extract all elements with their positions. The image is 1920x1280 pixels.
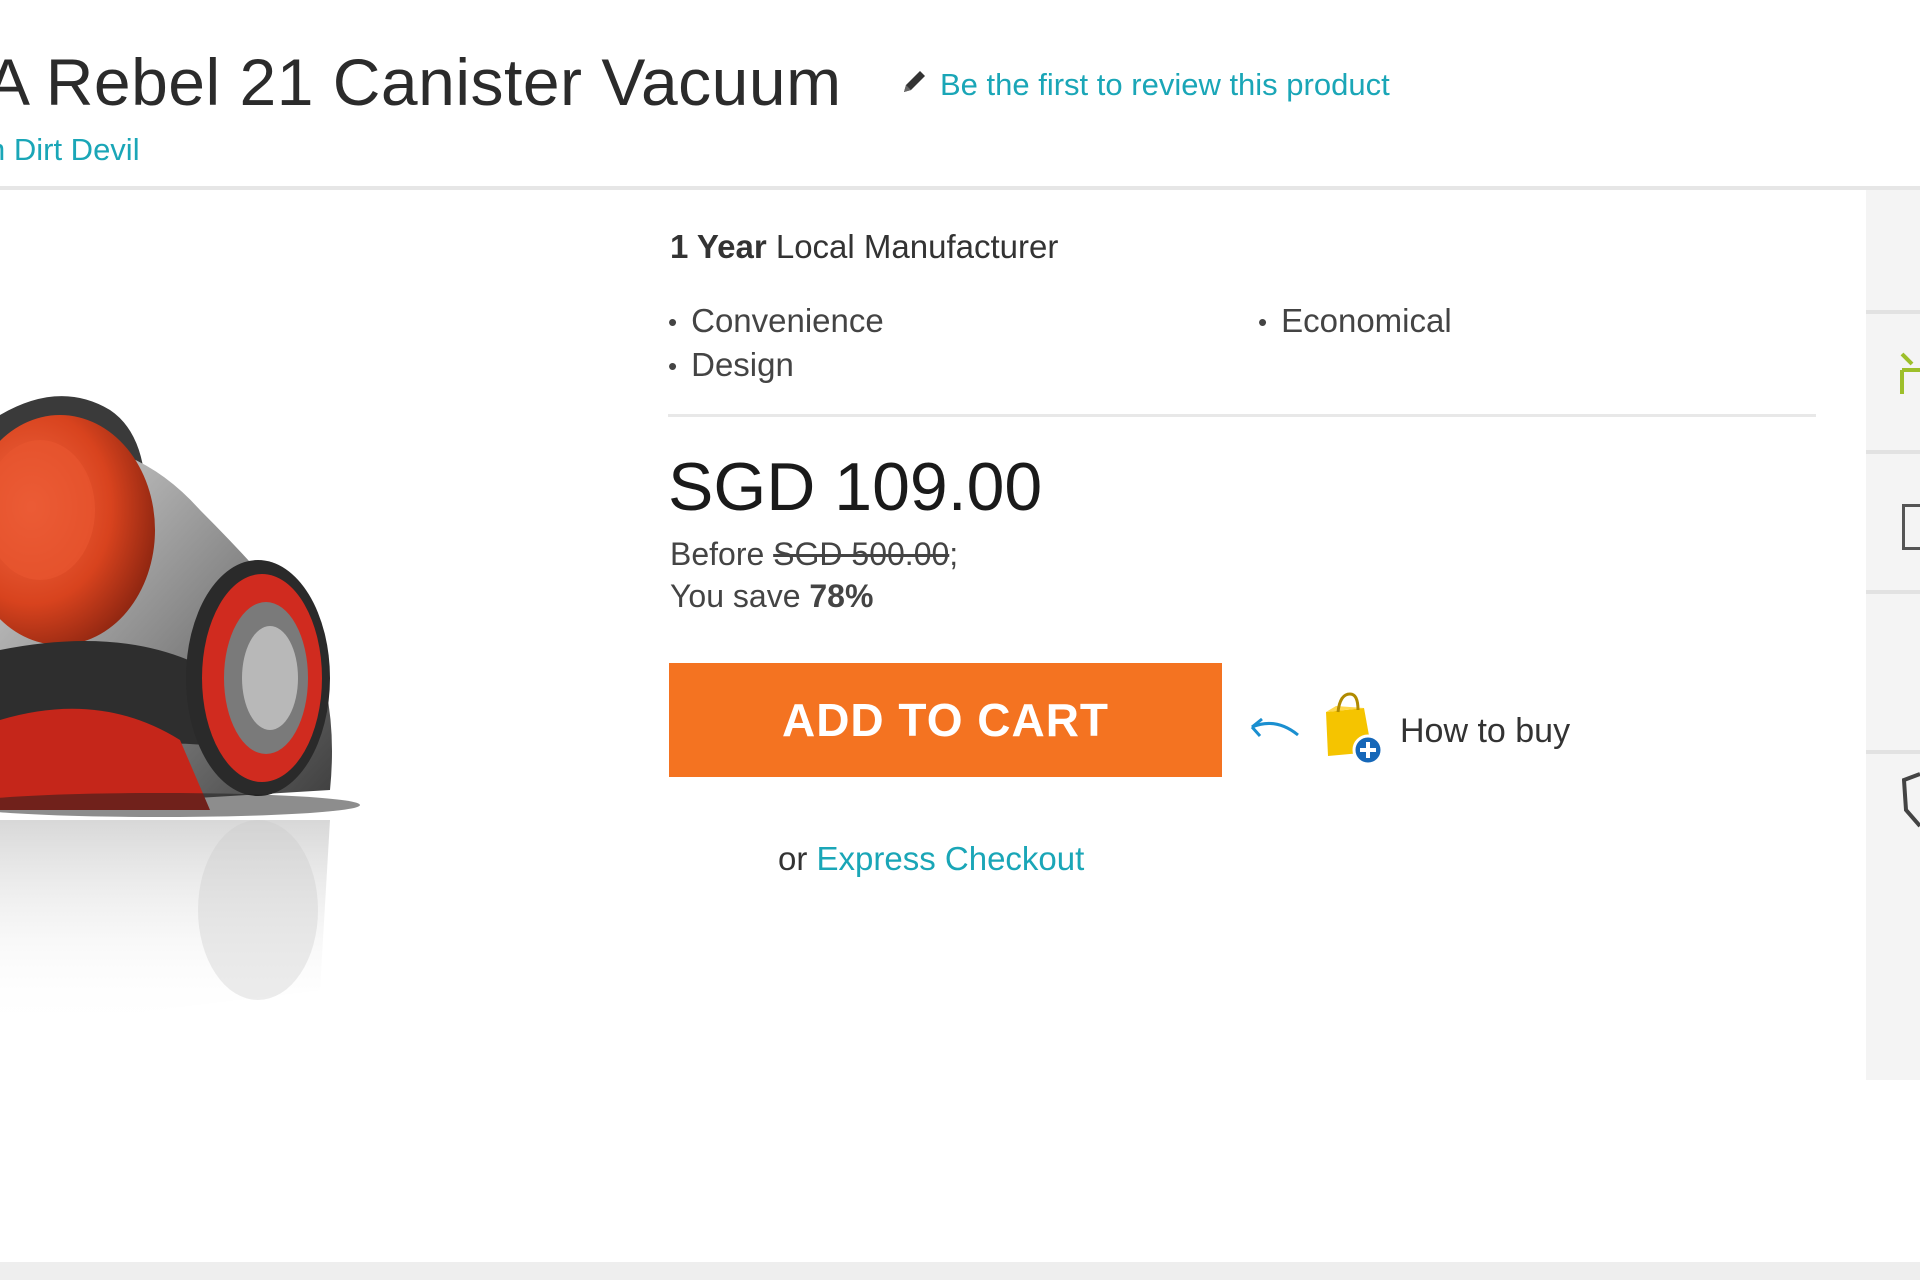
footer-strip: [0, 1262, 1920, 1280]
sidebar-divider: [1866, 310, 1920, 314]
shopping-bag-plus-icon: [1316, 690, 1386, 773]
sidebar-divider: [1866, 750, 1920, 754]
bullet-icon: •: [668, 307, 678, 337]
info-divider: [668, 414, 1816, 417]
header-divider: [0, 186, 1920, 190]
strikethrough-price: SGD 500.00: [773, 536, 950, 572]
feature-label: Economical: [1281, 302, 1452, 339]
current-price: SGD 109.00: [668, 449, 1043, 525]
feature-item: • Design: [668, 346, 794, 386]
warranty-type: Local Manufacturer: [766, 228, 1059, 265]
arrow-left-icon: [1242, 709, 1302, 754]
save-label: You save: [670, 578, 810, 614]
pencil-icon: [900, 66, 930, 104]
add-to-cart-button[interactable]: ADD TO CART: [669, 663, 1222, 777]
brand-link[interactable]: n Dirt Devil: [0, 132, 140, 168]
original-price: Before SGD 500.00;: [670, 536, 958, 573]
express-checkout-row: or Express Checkout: [778, 840, 1084, 878]
sidebar-divider: [1866, 590, 1920, 594]
product-title: A Rebel 21 Canister Vacuum: [0, 45, 842, 119]
warranty-duration: 1 Year: [670, 228, 767, 265]
review-link-label: Be the first to review this product: [940, 67, 1390, 102]
save-percent: 78%: [809, 578, 874, 614]
how-to-buy-label: How to buy: [1400, 712, 1571, 750]
right-sidebar: [1866, 190, 1920, 1080]
checkbox-icon[interactable]: [1902, 504, 1920, 550]
gift-icon[interactable]: [1898, 350, 1920, 399]
before-suffix: ;: [949, 536, 959, 572]
bullet-icon: •: [1258, 307, 1268, 337]
review-link[interactable]: Be the first to review this product: [900, 66, 1390, 104]
feature-item: • Economical: [1258, 302, 1452, 342]
warranty-info: 1 Year Local Manufacturer: [670, 228, 1058, 266]
express-checkout-link[interactable]: Express Checkout: [817, 840, 1085, 877]
express-prefix: or: [778, 840, 817, 877]
shield-icon: [1901, 770, 1920, 835]
how-to-buy-link[interactable]: How to buy: [1242, 690, 1570, 773]
feature-item: • Convenience: [668, 302, 884, 342]
before-label: Before: [670, 536, 774, 572]
savings: You save 78%: [670, 578, 873, 615]
bullet-icon: •: [668, 351, 678, 381]
sidebar-divider: [1866, 450, 1920, 454]
feature-label: Convenience: [691, 302, 884, 339]
product-image[interactable]: [0, 390, 420, 1180]
feature-label: Design: [691, 346, 794, 383]
